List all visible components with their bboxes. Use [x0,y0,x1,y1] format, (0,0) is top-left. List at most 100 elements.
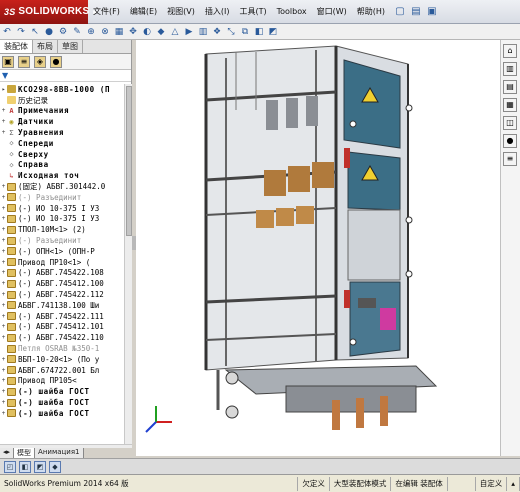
mate-icon[interactable]: ⊗ [99,26,111,38]
status-units[interactable]: 自定义 [476,476,508,491]
expand-toggle-icon[interactable]: + [0,377,7,384]
menu-item[interactable]: 插入(I) [200,6,235,17]
tree-filter[interactable]: ▼ [0,70,131,82]
tab-sketch[interactable]: 草图 [58,40,83,53]
scrollbar-thumb[interactable] [126,86,132,236]
tree-item[interactable]: + (-) АБВГ.745412.100 [0,278,124,289]
tree-item[interactable]: + A Примечания [0,106,124,117]
undo-icon[interactable]: ↶ [1,26,13,38]
tree-item[interactable]: ◇ Сверху [0,149,124,160]
home-icon[interactable]: ⌂ [503,44,517,58]
tree-item[interactable]: + (-) ИО 10-375 I У3 [0,214,124,225]
tree-item[interactable]: ◇ Справа [0,160,124,171]
tree-item[interactable]: + АБВГ.674722.001 Бл [0,365,124,376]
expand-toggle-icon[interactable]: + [0,183,7,190]
expand-toggle-icon[interactable]: + [0,237,7,244]
insert-component-icon[interactable]: ⊕ [85,26,97,38]
edit-appearance-icon[interactable]: ◆ [49,460,61,473]
assembly-features-icon[interactable]: ◆ [155,26,167,38]
tab-animation1[interactable]: Анимация1 [35,448,84,458]
move-component-icon[interactable]: ✥ [127,26,139,38]
instant3d-icon[interactable]: ◧ [253,26,265,38]
view-orientation-icon[interactable]: ◰ [4,460,16,473]
bill-of-materials-icon[interactable]: ▥ [197,26,209,38]
tab-assembly[interactable]: 装配体 [0,40,33,53]
expand-toggle-icon[interactable]: + [0,259,7,266]
resources-icon[interactable]: ▥ [503,62,517,76]
custom-properties-icon[interactable]: ≡ [503,152,517,166]
tab-layout[interactable]: 布局 [33,40,58,53]
display-manager-icon[interactable]: ● [50,55,62,68]
expand-toggle-icon[interactable]: + [0,107,7,114]
tree-item[interactable]: + (-) шайба ГОСТ [0,397,124,408]
tree-item[interactable]: ▸ KCO298-8BB-1000 (П [0,84,124,95]
hide-show-items-icon[interactable]: ◩ [34,460,46,473]
expand-toggle-icon[interactable]: + [0,248,7,255]
tab-model[interactable]: 模型 [14,448,36,458]
menu-item[interactable]: 帮助(H) [352,6,390,17]
expand-toggle-icon[interactable]: + [0,388,7,395]
menu-item[interactable]: 工具(T) [234,6,271,17]
tree-item[interactable]: + Привод ПР10<1> ( [0,257,124,268]
expand-toggle-icon[interactable]: + [0,334,7,341]
tree-item[interactable]: + (-) Разъединит [0,235,124,246]
expand-toggle-icon[interactable]: + [0,367,7,374]
save-icon[interactable]: ▣ [425,5,439,19]
status-large-assembly-mode[interactable]: 大型装配体模式 [330,476,392,491]
solidworks-logo[interactable]: 3S SOLIDWORKS ▸ [0,0,97,24]
menu-item[interactable]: 编辑(E) [125,6,162,17]
expand-toggle-icon[interactable]: + [0,356,7,363]
file-explorer-icon[interactable]: ▦ [503,98,517,112]
new-document-icon[interactable]: ▢ [393,5,407,19]
expand-toggle-icon[interactable]: + [0,399,7,406]
expand-toggle-icon[interactable]: + [0,313,7,320]
new-motion-study-icon[interactable]: ▶ [183,26,195,38]
expand-toggle-icon[interactable]: + [0,129,7,136]
expand-toggle-icon[interactable]: + [0,323,7,330]
section-view-icon[interactable]: ◩ [267,26,279,38]
tree-item[interactable]: ◇ Спереди [0,138,124,149]
exploded-view-icon[interactable]: ❖ [211,26,223,38]
menu-item[interactable]: 文件(F) [88,6,125,17]
expand-toggle-icon[interactable]: + [0,269,7,276]
expand-toggle-icon[interactable]: + [0,410,7,417]
reference-geometry-icon[interactable]: △ [169,26,181,38]
view-palette-icon[interactable]: ◫ [503,116,517,130]
tree-item[interactable]: + ВБП-10-20<1> (По у [0,354,124,365]
tree-item[interactable]: ↳ Исходная точ [0,170,124,181]
tree-item[interactable]: + Привод ПР105< [0,376,124,387]
expand-toggle-icon[interactable]: + [0,302,7,309]
expand-toggle-icon[interactable]: + [0,118,7,125]
expand-toggle-icon[interactable]: + [0,215,7,222]
linear-pattern-icon[interactable]: ▦ [113,26,125,38]
tab-nav-arrows[interactable]: ◂▸ [0,448,15,458]
tree-item[interactable]: + Σ Уравнения [0,127,124,138]
open-icon[interactable]: ▤ [409,5,423,19]
hide-show-icon[interactable]: ◐ [141,26,153,38]
tree-item[interactable]: + ТПОЛ-10М<1> (2) [0,224,124,235]
options-icon[interactable]: ⚙ [57,26,69,38]
menu-item[interactable]: 窗口(W) [312,6,352,17]
expand-toggle-icon[interactable]: + [0,280,7,287]
expand-toggle-icon[interactable]: + [0,291,7,298]
appearances-icon[interactable]: ● [503,134,517,148]
tree-item[interactable]: + (-) шайба ГОСТ [0,408,124,419]
tree-item[interactable]: + (-) шайба ГОСТ [0,386,124,397]
tree-item[interactable]: 历史记录 [0,95,124,106]
tree-item[interactable]: + (-) АБВГ.745422.108 [0,268,124,279]
tree-item[interactable]: Петля OSRAB №350-1 [0,343,124,354]
edit-component-icon[interactable]: ✎ [71,26,83,38]
rebuild-icon[interactable]: ● [43,26,55,38]
tree-item[interactable]: + (-) ИО 10-375 I У3 [0,203,124,214]
display-style-icon[interactable]: ◧ [19,460,31,473]
menu-item[interactable]: Toolbox [272,7,312,16]
select-icon[interactable]: ↖ [29,26,41,38]
redo-icon[interactable]: ↷ [15,26,27,38]
tree-item[interactable]: + (-) АБВГ.745422.110 [0,332,124,343]
graphics-viewport[interactable] [136,40,500,456]
tree-vertical-scrollbar[interactable] [124,84,132,444]
expand-toggle-icon[interactable]: ▸ [0,86,7,93]
property-manager-icon[interactable]: ≡ [18,55,30,68]
tree-item[interactable]: + (固定) АБВГ.301442.0 [0,181,124,192]
status-units-arrow-icon[interactable]: ▴ [507,476,520,491]
